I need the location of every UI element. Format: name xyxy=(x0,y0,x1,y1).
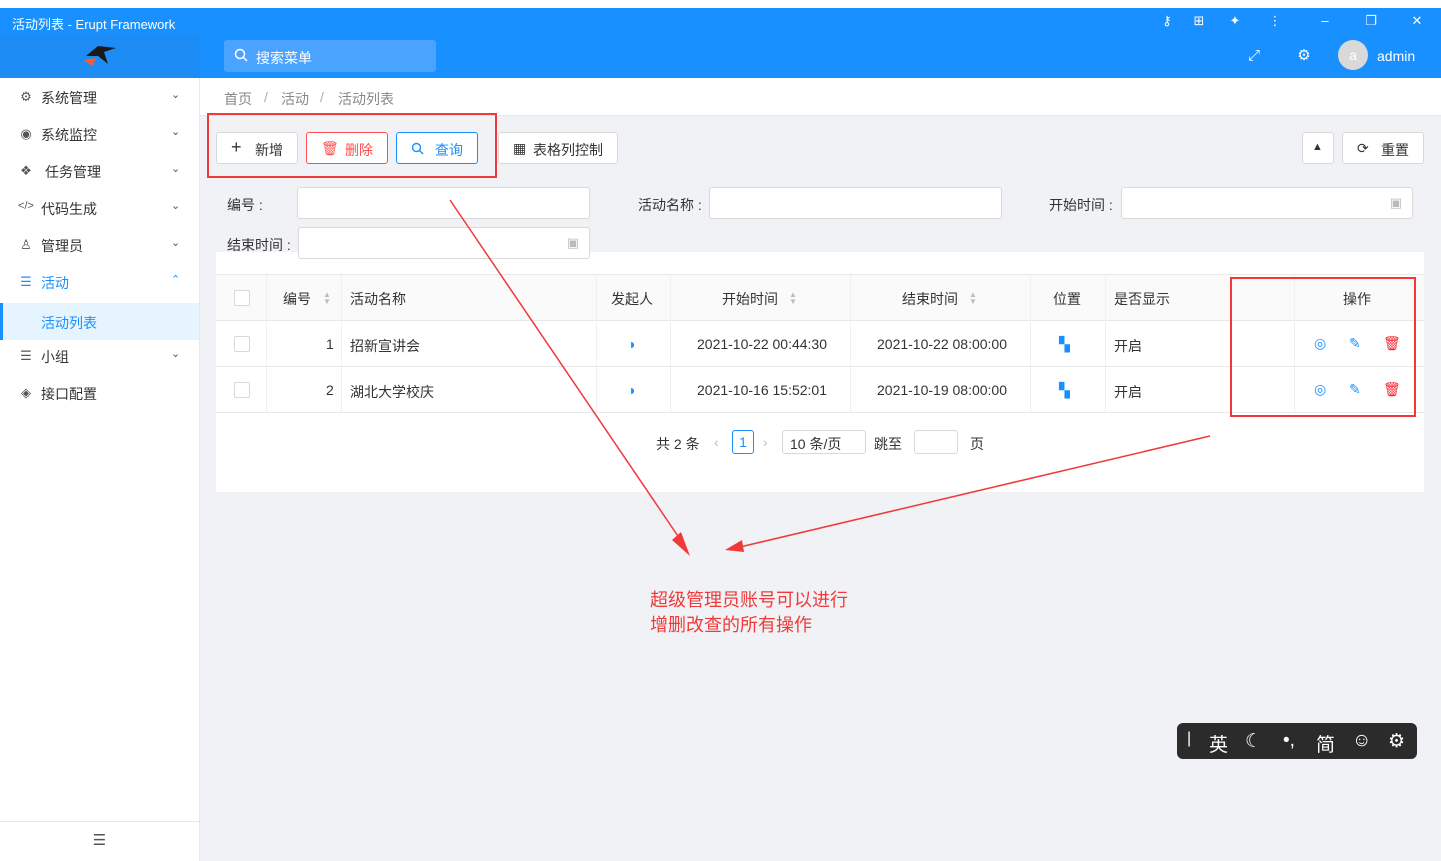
ime-settings-icon[interactable]: ⚙ xyxy=(1388,730,1405,753)
ime-language[interactable]: 英 xyxy=(1209,730,1228,757)
annotation-line2: 增删改查的所有操作 xyxy=(650,615,812,635)
annotation-text: 超级管理员账号可以进行 增删改查的所有操作 xyxy=(650,588,848,638)
moon-icon[interactable]: ☾ xyxy=(1245,730,1262,753)
annotation-line1: 超级管理员账号可以进行 xyxy=(650,590,848,610)
ime-script[interactable]: 简 xyxy=(1316,730,1335,757)
punctuation-icon[interactable]: •, xyxy=(1283,730,1295,752)
ime-handle-icon[interactable]: | xyxy=(1187,730,1191,748)
emoji-icon[interactable]: ☺ xyxy=(1352,730,1371,752)
ime-toolbar: | 英 ☾ •, 简 ☺ ⚙ xyxy=(1177,723,1417,759)
